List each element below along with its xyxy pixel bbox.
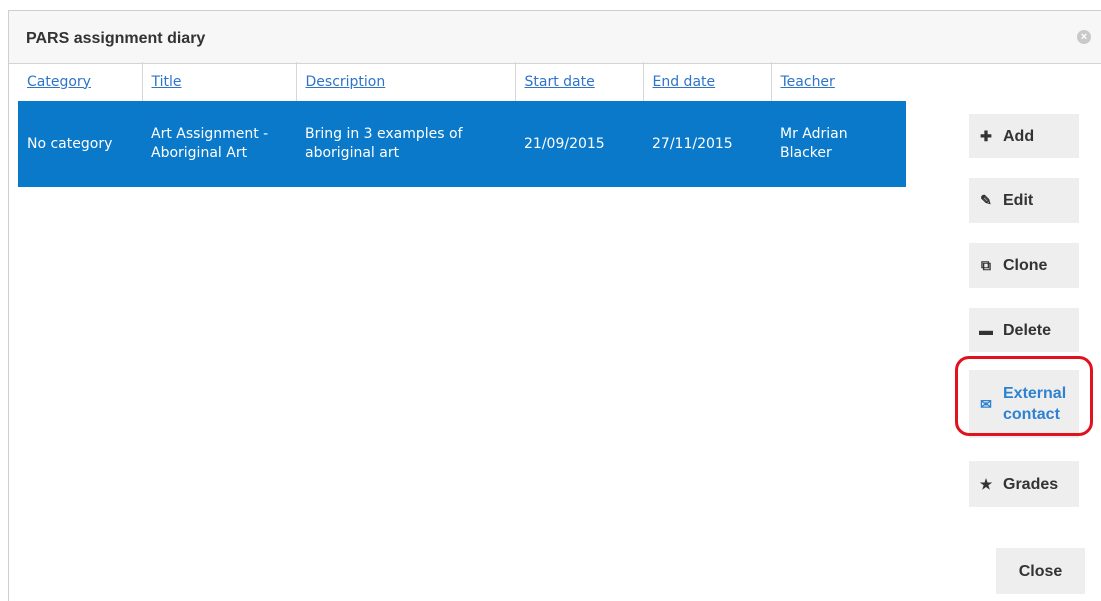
- column-header-teacher[interactable]: Teacher: [770, 62, 906, 101]
- plus-icon: ✚: [980, 127, 992, 144]
- external-contact-button[interactable]: ✉ External contact: [969, 370, 1079, 438]
- dialog-titlebar: PARS assignment diary ×: [9, 11, 1101, 64]
- cell-category: No category: [18, 101, 142, 187]
- dialog-title: PARS assignment diary: [26, 30, 206, 47]
- column-header-title[interactable]: Title: [141, 62, 296, 101]
- table-header-row: Category Title Description Start date En…: [18, 62, 906, 101]
- cell-description: Bring in 3 examples of aboriginal art: [296, 101, 515, 187]
- column-header-description[interactable]: Description: [295, 62, 515, 101]
- assignment-table: Category Title Description Start date En…: [18, 62, 906, 187]
- minus-icon: ▬: [979, 322, 993, 338]
- add-button[interactable]: ✚ Add: [969, 114, 1079, 158]
- pencil-icon: ✎: [980, 192, 992, 208]
- delete-button[interactable]: ▬ Delete: [969, 308, 1079, 352]
- clone-button[interactable]: ⧉ Clone: [969, 243, 1079, 288]
- cell-teacher: Mr Adrian Blacker: [771, 101, 906, 187]
- column-header-end-date[interactable]: End date: [642, 62, 771, 101]
- cell-title: Art Assignment - Aboriginal Art: [142, 101, 296, 187]
- table-row[interactable]: No category Art Assignment - Aboriginal …: [18, 101, 906, 187]
- envelope-icon: ✉: [980, 395, 992, 412]
- column-header-category[interactable]: Category: [18, 62, 142, 101]
- column-header-start-date[interactable]: Start date: [514, 62, 643, 101]
- edit-button[interactable]: ✎ Edit: [969, 178, 1079, 223]
- cell-end-date: 27/11/2015: [643, 101, 771, 187]
- close-icon[interactable]: ×: [1077, 30, 1091, 44]
- close-button[interactable]: Close: [996, 548, 1085, 594]
- cell-start-date: 21/09/2015: [515, 101, 643, 187]
- star-icon: ★: [979, 475, 993, 492]
- grades-button[interactable]: ★ Grades: [969, 461, 1079, 507]
- clone-icon: ⧉: [981, 257, 991, 273]
